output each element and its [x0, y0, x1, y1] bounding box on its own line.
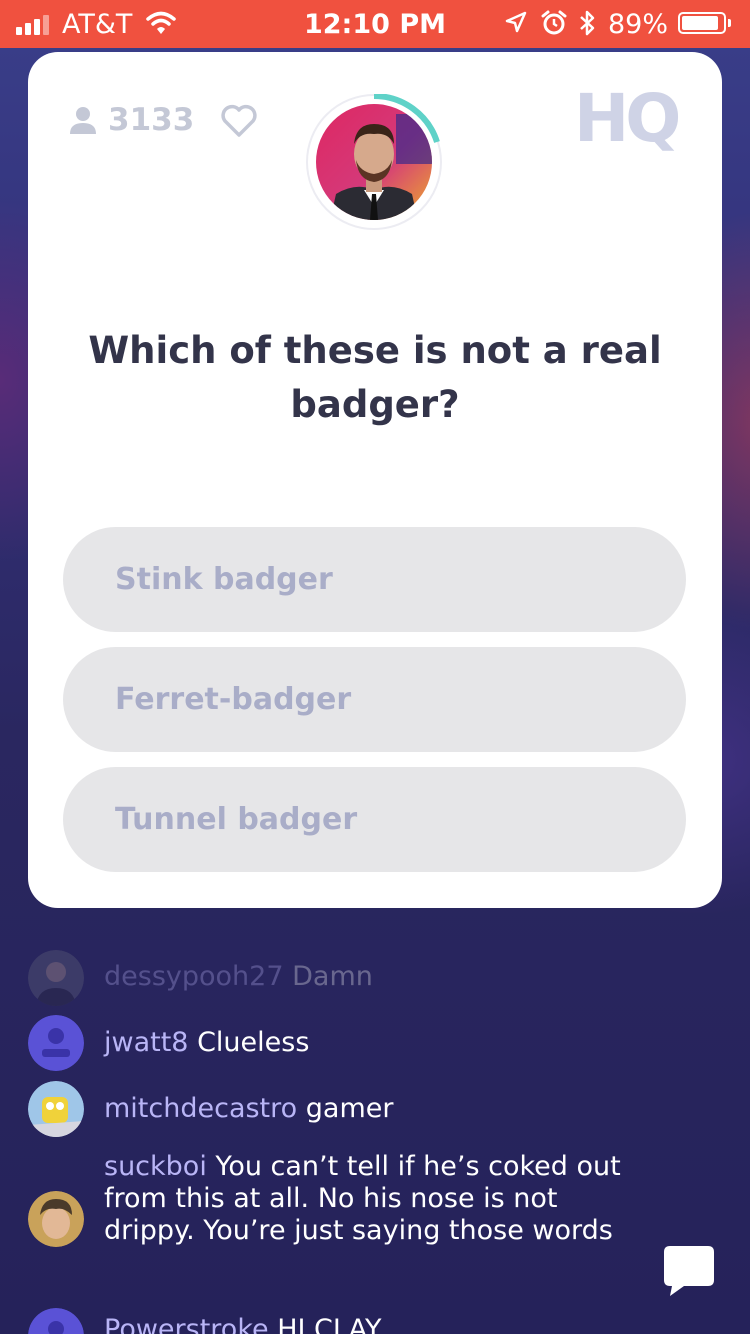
chat-username: mitchdecastro [104, 1093, 298, 1124]
answer-option[interactable]: Stink badger [63, 527, 686, 632]
chat-message-text: HI CLAY [277, 1314, 382, 1334]
hq-logo: HQ [574, 80, 681, 157]
chat-username: Powerstroke [104, 1314, 269, 1334]
avatar [28, 1081, 84, 1137]
chat-message-text: Clueless [197, 1027, 310, 1058]
battery-percent: 89% [608, 9, 669, 40]
avatar [28, 950, 84, 1006]
chat-username: dessypooh27 [104, 961, 284, 992]
heart-icon[interactable] [220, 104, 258, 138]
viewer-count: 3133 [108, 102, 195, 138]
host-avatar [306, 94, 442, 230]
battery-level [682, 16, 718, 30]
question-card: 3133 HQ Which of these is not a real bad… [28, 52, 722, 908]
battery-icon [678, 12, 726, 34]
question-text: Which of these is not a real badger? [88, 329, 662, 426]
bluetooth-icon [580, 10, 595, 36]
location-icon [505, 11, 527, 33]
default-avatar-icon [28, 1015, 84, 1071]
avatar [28, 1191, 84, 1247]
battery-cap [728, 19, 731, 27]
alarm-icon [541, 10, 567, 35]
answer-option[interactable]: Tunnel badger [63, 767, 686, 872]
chat-username: suckboi [104, 1151, 207, 1182]
chat-message-text: gamer [305, 1093, 394, 1124]
chat-bubble-icon[interactable] [662, 1244, 716, 1298]
chat-message-text: Damn [292, 961, 373, 992]
chat-username: jwatt8 [104, 1027, 189, 1058]
status-bar: AT&T 12:10 PM 89% [0, 0, 750, 48]
person-icon [70, 107, 96, 134]
answer-option[interactable]: Ferret-badger [63, 647, 686, 752]
